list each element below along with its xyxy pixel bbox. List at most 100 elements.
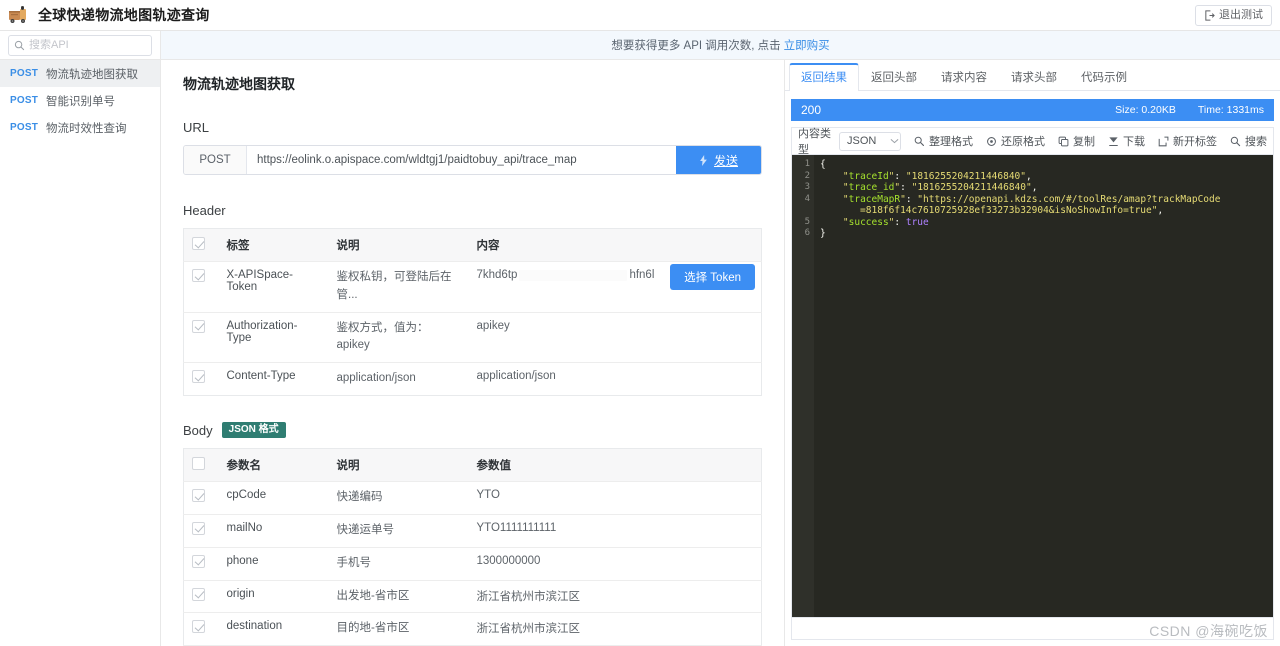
copy-button[interactable]: 复制: [1058, 133, 1095, 149]
tab-response-body[interactable]: 返回结果: [789, 63, 859, 91]
open-new-tab-button[interactable]: 新开标签: [1158, 133, 1217, 149]
lightning-icon: [699, 154, 708, 166]
json-value-trace-id: 1816255204211446840: [917, 182, 1026, 193]
promo-text: 想要获得更多 API 调用次数, 点击: [611, 40, 781, 52]
response-footer: [791, 618, 1274, 640]
body-row-desc: 目的地-省市区: [328, 612, 469, 646]
search-icon: [14, 40, 25, 51]
status-bar: 200 Size: 0.20KB Time: 1331ms: [791, 99, 1274, 121]
row-checkbox[interactable]: [192, 489, 205, 503]
json-format-badge[interactable]: JSON 格式: [221, 422, 286, 439]
sidebar-item-smart-recognize[interactable]: POST 智能识别单号: [0, 87, 160, 114]
header-select-all-checkbox[interactable]: [192, 237, 205, 250]
sidebar-item-label: 智能识别单号: [46, 95, 116, 108]
response-size: Size: 0.20KB: [1115, 104, 1176, 116]
tab-response-headers[interactable]: 返回头部: [859, 63, 929, 91]
body-row-name: destination: [218, 612, 329, 646]
sidebar-item-label: 物流轨迹地图获取: [46, 68, 139, 81]
response-toolbar: 内容类型 JSON 整理格式 还原格式 复制 下载 新开标签 搜索: [791, 127, 1274, 156]
row-checkbox[interactable]: [192, 370, 205, 384]
token-redaction: [519, 269, 628, 281]
header-select-all-cell: [183, 228, 219, 262]
row-checkbox[interactable]: [192, 521, 205, 535]
search-response-button[interactable]: 搜索: [1230, 133, 1267, 149]
restore-format-button[interactable]: 还原格式: [986, 133, 1045, 149]
table-row: Content-Type application/json applicatio…: [184, 363, 762, 396]
json-key-success: success: [848, 216, 889, 228]
body-row-value[interactable]: 浙江省杭州市滨江区: [468, 580, 762, 614]
body-row-name: cpCode: [218, 481, 329, 515]
header-row-desc: 鉴权方式，值为：apikey: [328, 312, 469, 364]
logout-label: 退出测试: [1219, 8, 1263, 21]
line-number: 6: [804, 228, 810, 238]
method-badge: POST: [10, 122, 39, 133]
line-number: 1: [804, 159, 810, 169]
row-check-cell: [183, 580, 219, 614]
json-key-traceid: traceId: [848, 170, 889, 182]
http-method-label[interactable]: POST: [184, 146, 247, 174]
body-row-value[interactable]: 浙江省杭州市滨江区: [468, 612, 762, 646]
body-row-value[interactable]: YTO: [468, 481, 762, 515]
row-checkbox[interactable]: [192, 269, 205, 282]
body-section-label-row: Body JSON 格式: [183, 422, 762, 439]
top-bar: 全球快递物流地图轨迹查询 退出测试: [0, 0, 1280, 31]
response-code-viewer[interactable]: 1 2 3 4 5 6 { "traceId": "18162552042114…: [791, 154, 1274, 618]
row-checkbox[interactable]: [192, 620, 205, 634]
content-type-label: 内容类型: [798, 128, 831, 156]
body-row-value[interactable]: 1300000000: [468, 547, 762, 581]
body-table: 参数名 说明 参数值 cpCode 快递编码 YTO mailNo 快递运单号 …: [183, 448, 762, 646]
url-input[interactable]: [247, 146, 676, 174]
header-row-desc: application/json: [336, 372, 416, 385]
header-section-label: Header: [183, 203, 226, 218]
row-checkbox[interactable]: [192, 319, 205, 333]
json-key-tracemapr: traceMapR: [848, 193, 901, 205]
promo-banner: 想要获得更多 API 调用次数, 点击 立即购买: [161, 31, 1280, 59]
status-code: 200: [801, 103, 822, 117]
line-number: 5: [804, 216, 810, 227]
header-table-head-row: 标签 说明 内容: [183, 228, 762, 262]
line-number-gutter: 1 2 3 4 5 6: [792, 155, 814, 617]
header-table: 标签 说明 内容 X-APISpace-Token 鉴权私钥，可登陆后在管...…: [183, 228, 762, 397]
header-row-value[interactable]: apikey: [468, 312, 762, 364]
send-label: 发送: [713, 153, 738, 168]
method-badge: POST: [10, 95, 39, 106]
restore-label: 还原格式: [1001, 136, 1045, 148]
response-json-body: { "traceId": "1816255204211446840", "tra…: [820, 159, 1221, 239]
json-key-trace-id: trace_id: [848, 182, 895, 193]
header-row-value[interactable]: application/json: [469, 363, 762, 396]
response-tabs: 返回结果 返回头部 请求内容 请求头部 代码示例: [785, 63, 1280, 91]
main-area: POST 物流轨迹地图获取 POST 智能识别单号 POST 物流时效性查询 物…: [0, 60, 1280, 646]
search-box[interactable]: [8, 34, 152, 56]
row-checkbox[interactable]: [192, 587, 205, 601]
content-type-select[interactable]: JSON: [839, 131, 901, 151]
tab-request-headers[interactable]: 请求头部: [999, 63, 1069, 91]
tab-code-sample[interactable]: 代码示例: [1069, 63, 1139, 91]
chevron-down-icon: [890, 138, 899, 144]
sidebar-item-trace-map[interactable]: POST 物流轨迹地图获取: [0, 60, 160, 87]
bottom-padding: [785, 640, 1280, 646]
row-check-cell: [183, 261, 219, 313]
line-number: 2: [804, 170, 810, 181]
logout-icon: [1204, 9, 1215, 21]
delivery-truck-icon: [6, 3, 32, 27]
tab-request-body[interactable]: 请求内容: [929, 63, 999, 91]
format-label: 整理格式: [929, 136, 973, 148]
format-button[interactable]: 整理格式: [914, 133, 973, 149]
json-close-brace: }: [820, 228, 826, 239]
sidebar-item-timeliness-query[interactable]: POST 物流时效性查询: [0, 114, 160, 141]
body-select-all-checkbox[interactable]: [192, 457, 205, 471]
sub-bar: 想要获得更多 API 调用次数, 点击 立即购买: [0, 31, 1280, 60]
download-button[interactable]: 下载: [1108, 133, 1145, 149]
row-checkbox[interactable]: [192, 554, 205, 568]
send-button[interactable]: 发送: [676, 146, 761, 174]
table-row: Authorization-Type 鉴权方式，值为：apikey apikey: [183, 312, 762, 364]
url-row: POST 发送: [183, 145, 762, 175]
app-title: 全球快递物流地图轨迹查询: [38, 7, 210, 23]
buy-now-link[interactable]: 立即购买: [784, 37, 830, 53]
row-check-cell: [184, 363, 219, 396]
body-row-value[interactable]: YTO1111111111: [468, 514, 762, 548]
logout-button[interactable]: 退出测试: [1195, 4, 1272, 26]
search-input[interactable]: [29, 39, 146, 51]
body-row-desc: 出发地-省市区: [328, 580, 469, 614]
select-token-button[interactable]: 选择 Token: [670, 264, 755, 290]
